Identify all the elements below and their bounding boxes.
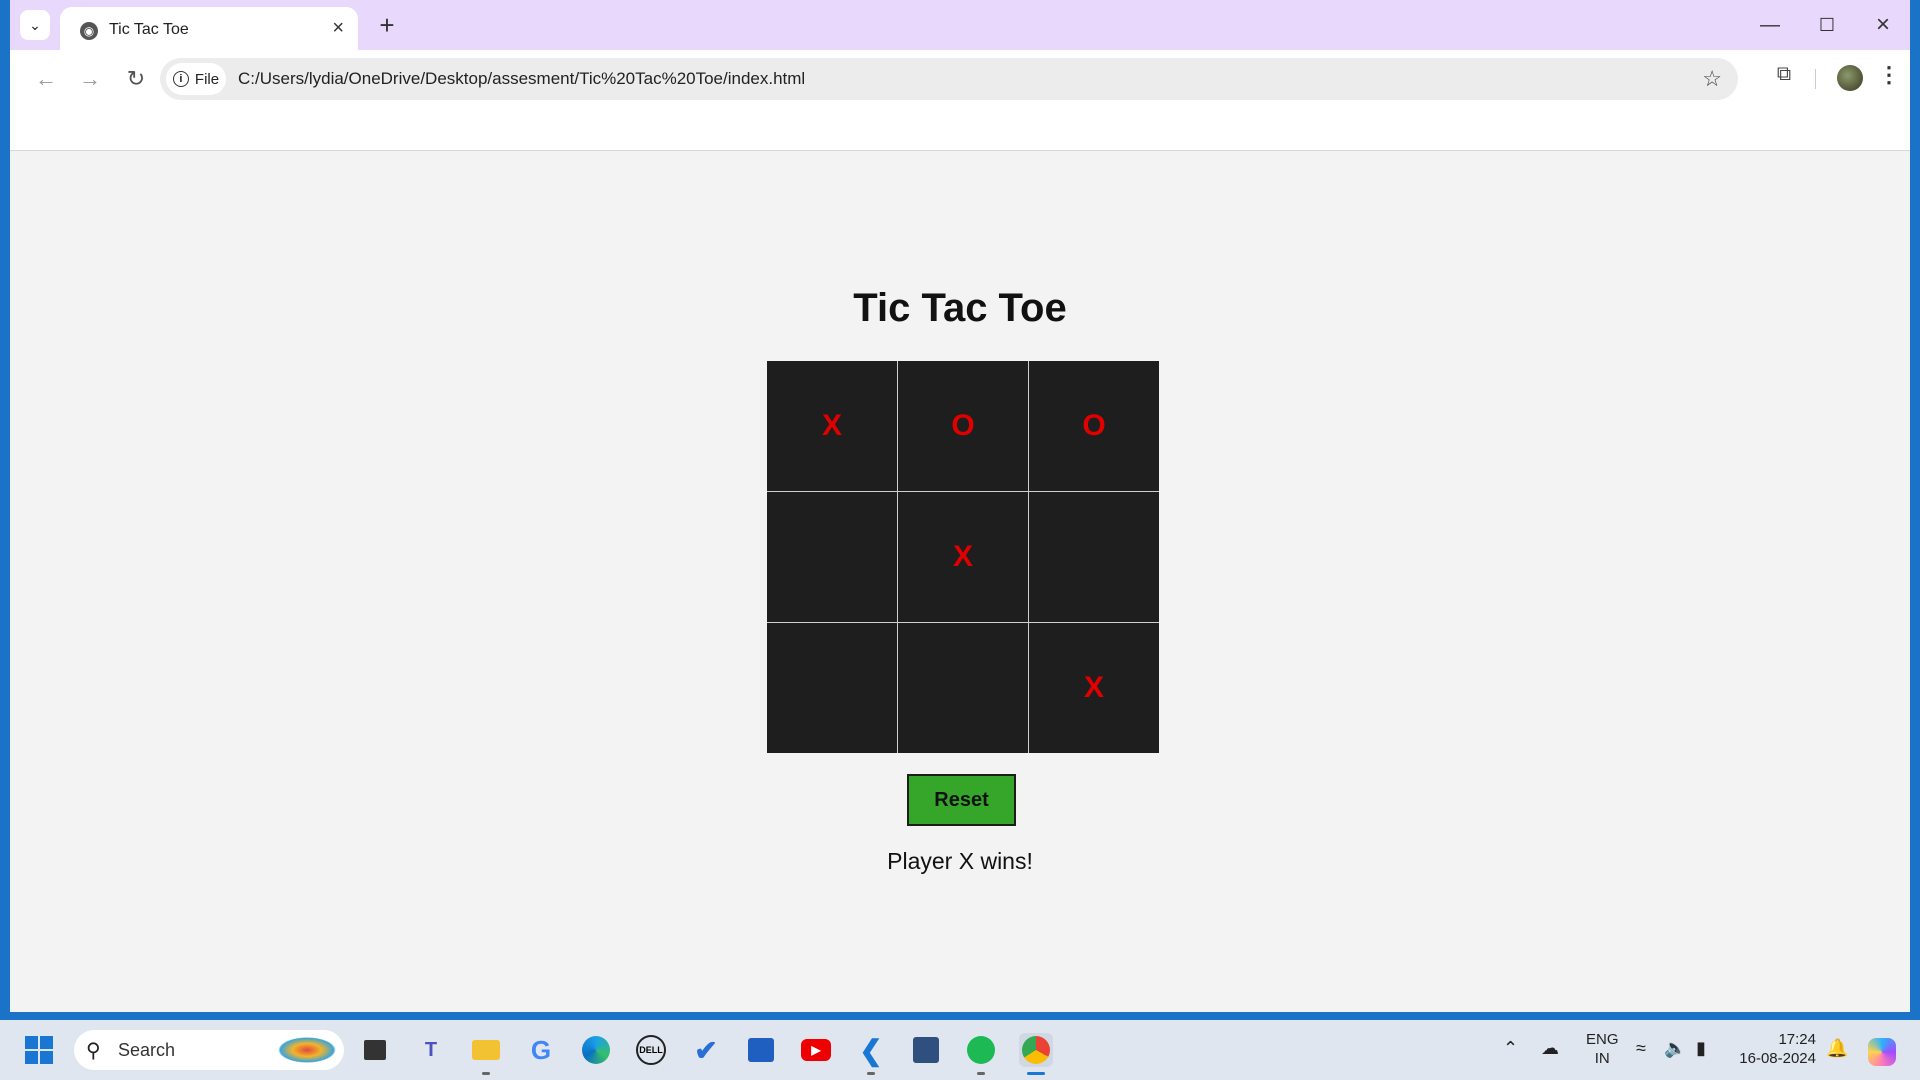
browser-window: ⌄ ◉ Tic Tac Toe × + — ☐ × ← → ↻ i File C… bbox=[10, 0, 1910, 1012]
board-cell[interactable] bbox=[1029, 492, 1159, 622]
toolbar-divider bbox=[1815, 69, 1816, 89]
close-icon[interactable]: × bbox=[332, 17, 344, 40]
star-icon[interactable]: ☆ bbox=[1702, 66, 1722, 92]
clock[interactable]: 17:24 16-08-2024 bbox=[1736, 1030, 1816, 1068]
arrow-left-icon[interactable]: ← bbox=[30, 63, 62, 95]
reload-icon[interactable]: ↻ bbox=[120, 63, 152, 95]
language-code: ENG bbox=[1586, 1031, 1619, 1048]
region-code: IN bbox=[1594, 1050, 1610, 1067]
board-cell[interactable]: X bbox=[898, 492, 1028, 622]
todo-icon[interactable]: ✔ bbox=[689, 1033, 723, 1067]
board-cell[interactable] bbox=[898, 623, 1028, 753]
notification-icon[interactable]: 🔔 bbox=[1826, 1038, 1848, 1059]
youtube-icon[interactable]: ▶ bbox=[799, 1033, 833, 1067]
taskbar-search[interactable]: ⚲ Search bbox=[74, 1030, 344, 1070]
board-cell[interactable]: O bbox=[1029, 361, 1159, 491]
arrow-right-icon[interactable]: → bbox=[74, 63, 106, 95]
search-icon: ⚲ bbox=[86, 1040, 101, 1062]
site-info-chip[interactable]: i File bbox=[166, 63, 226, 95]
window-close-icon[interactable]: × bbox=[1863, 10, 1903, 40]
search-highlight-icon bbox=[278, 1037, 336, 1063]
profile-avatar[interactable] bbox=[1837, 65, 1863, 91]
copilot-icon[interactable] bbox=[1868, 1038, 1896, 1071]
teams-icon[interactable]: T bbox=[414, 1033, 448, 1067]
taskbar: ⚲ Search T G DELL ✔ ▶ ❮ ⌃ ☁ ENG IN ≈ 🔈 ▮… bbox=[0, 1020, 1920, 1080]
language-indicator[interactable]: ENG IN bbox=[1586, 1030, 1619, 1068]
store-icon[interactable] bbox=[744, 1033, 778, 1067]
site-info-label: File bbox=[194, 70, 220, 88]
volume-icon[interactable]: 🔈 bbox=[1664, 1038, 1686, 1059]
battery-icon[interactable]: ▮ bbox=[1696, 1038, 1706, 1059]
kebab-menu-icon[interactable]: ⋮ bbox=[1878, 62, 1900, 88]
bookmark-bar bbox=[10, 108, 1910, 151]
vscode-icon[interactable]: ❮ bbox=[854, 1033, 888, 1075]
chevron-down-icon: ⌄ bbox=[29, 16, 41, 33]
globe-icon: ◉ bbox=[80, 22, 98, 40]
page-title: Tic Tac Toe bbox=[853, 286, 1067, 330]
url-text[interactable]: C:/Users/lydia/OneDrive/Desktop/assesmen… bbox=[238, 69, 805, 89]
spotify-icon[interactable] bbox=[964, 1033, 998, 1075]
minimize-icon[interactable]: — bbox=[1750, 10, 1790, 40]
tab-title: Tic Tac Toe bbox=[109, 21, 189, 38]
board-cell[interactable] bbox=[767, 623, 897, 753]
chrome-icon[interactable] bbox=[1019, 1033, 1053, 1075]
game-status: Player X wins! bbox=[887, 848, 1033, 874]
windows-logo-icon bbox=[25, 1036, 53, 1064]
google-icon[interactable]: G bbox=[524, 1033, 558, 1067]
task-view-icon[interactable] bbox=[358, 1033, 392, 1067]
board-cell[interactable]: O bbox=[898, 361, 1028, 491]
new-tab-button[interactable]: + bbox=[372, 10, 402, 40]
windows-start-button[interactable] bbox=[22, 1033, 56, 1067]
wifi-icon[interactable]: ≈ bbox=[1636, 1038, 1646, 1059]
tab-tic-tac-toe[interactable]: ◉ Tic Tac Toe × bbox=[60, 7, 358, 50]
edge-icon[interactable] bbox=[579, 1033, 613, 1067]
tab-search-button[interactable]: ⌄ bbox=[20, 10, 50, 40]
address-bar[interactable]: i File C:/Users/lydia/OneDrive/Desktop/a… bbox=[160, 58, 1738, 100]
board-cell[interactable] bbox=[767, 492, 897, 622]
browser-toolbar: ← → ↻ i File C:/Users/lydia/OneDrive/Des… bbox=[10, 50, 1910, 108]
maximize-icon[interactable]: ☐ bbox=[1807, 10, 1847, 40]
board-cell[interactable]: X bbox=[1029, 623, 1159, 753]
file-explorer-icon[interactable] bbox=[469, 1033, 503, 1075]
puzzle-icon[interactable]: ⧉ bbox=[1770, 63, 1798, 91]
taskbar-search-label: Search bbox=[118, 1040, 176, 1060]
tab-strip: ⌄ ◉ Tic Tac Toe × + — ☐ × bbox=[10, 0, 1910, 50]
clock-date: 16-08-2024 bbox=[1739, 1050, 1816, 1067]
reset-button[interactable]: Reset bbox=[907, 774, 1016, 826]
game-board: X O O X X bbox=[767, 361, 1159, 753]
board-cell[interactable]: X bbox=[767, 361, 897, 491]
page-content: Tic Tac Toe X O O X X Reset Player X win… bbox=[10, 151, 1910, 1012]
onedrive-icon[interactable]: ☁ bbox=[1541, 1038, 1559, 1059]
dell-icon[interactable]: DELL bbox=[634, 1033, 668, 1067]
app-icon[interactable] bbox=[909, 1033, 943, 1067]
clock-time: 17:24 bbox=[1778, 1031, 1816, 1048]
info-icon: i bbox=[172, 71, 189, 87]
chevron-up-icon[interactable]: ⌃ bbox=[1503, 1038, 1518, 1059]
